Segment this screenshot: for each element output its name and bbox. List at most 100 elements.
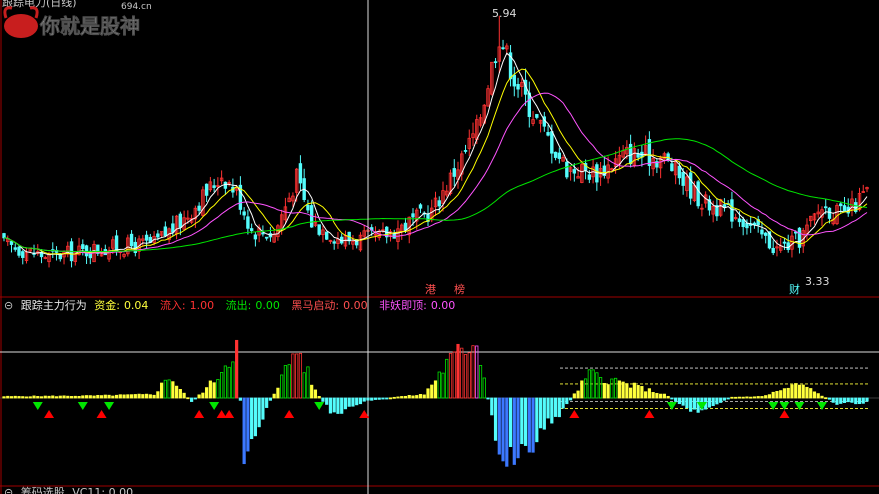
sell-signal-down-arrow [77,402,88,410]
footer-panel-header: ⊝ 筹码选股 VC11: 0.00 [4,486,137,494]
candle-body [306,204,310,211]
indicator-bar [415,395,419,399]
indicator-bar [84,395,89,399]
indicator-bar [403,395,408,399]
candle-body [317,224,321,235]
footer-value: VC11: 0.00 [72,486,134,494]
indicator-bar [606,384,610,399]
candle-body [745,222,749,229]
indicator-bar [62,395,66,399]
footer-collapse-icon[interactable]: ⊝ [4,486,13,494]
indicator-bar [332,397,336,413]
watermark-logo: 694.cn 你就是股神 [3,2,152,38]
indicator-bar [133,394,137,399]
inflow-label: 流入: [159,299,186,312]
indicator-bar [764,395,768,399]
indicator-bar [779,390,783,399]
indicator-bar [737,396,742,399]
fund-value: 0.04 [123,299,149,312]
indicator-bar [32,395,36,399]
indicator-bar [760,396,764,399]
indicator-bar [66,395,70,399]
watermark-text: 你就是股神 [39,14,140,38]
tag-cai[interactable]: 财 [787,283,802,296]
tag-bang[interactable]: 榜 [452,283,467,296]
indicator-bar [24,396,29,399]
indicator-bar [242,397,246,465]
indicator-bar [418,394,423,399]
candle-body [827,207,832,219]
indicator-bar [148,394,152,399]
candle-body [178,213,183,228]
indicator-bar [542,397,546,430]
indicator-bar [6,395,10,399]
indicator-bar [629,387,633,399]
buy-signal-up-arrow [779,410,790,418]
sell-signal-down-arrow [32,402,43,410]
candle-body [688,172,693,199]
indicator-bar [174,385,179,399]
candle-body [411,213,415,218]
indicator-bar [137,393,141,399]
indicator-bar [141,394,145,399]
top-label: 非妖即顶: [379,299,427,312]
chart-canvas[interactable] [0,0,879,494]
indicator-bar [107,394,111,399]
candle-body [249,228,254,231]
indicator-bar [767,394,772,399]
candle-body [129,233,134,247]
indicator-bar [114,394,119,399]
indicator-bar [632,382,636,399]
indicator-bar [385,397,389,400]
indicator-bar [88,395,92,399]
indicator-bar [51,395,55,399]
indicator-bar [381,397,385,400]
watermark-domain: 694.cn [121,2,152,12]
indicator-bar [850,397,854,403]
indicator-bar [47,395,51,399]
indicator-bar [373,397,378,400]
buy-signal-up-arrow [569,410,580,418]
indicator-bar [520,397,524,445]
indicator-bar [460,347,464,399]
indicator-bar [103,394,107,399]
candle-body [677,165,682,179]
candle-body [737,218,742,223]
indicator-bar [287,364,291,399]
indicator-bar [782,388,787,399]
indicator-bar [73,395,77,399]
tag-gang[interactable]: 港 [423,283,438,296]
indicator-item-outflow: 流出: 0.00 [226,299,284,312]
indicator-bar [377,397,381,400]
low-price-label: 3.33 [805,275,830,288]
ma-line-ma20 [3,92,868,255]
candle-body [261,232,265,235]
indicator-bar [58,395,62,399]
indicator-collapse-icon[interactable]: ⊝ [4,299,13,312]
indicator-bar [430,384,434,399]
indicator-bar [39,396,44,399]
indicator-bar [343,397,348,410]
indicator-bar [816,393,820,399]
indicator-bar [681,397,685,406]
candle-body [557,152,562,159]
indicator-bar [493,397,498,441]
indicator-bar [257,397,261,428]
candle-body [332,241,336,244]
candle-body [546,132,550,136]
indicator-bar [497,397,501,455]
indicator-bar [538,397,543,429]
indicator-bar [351,397,355,407]
indicator-bar [711,397,715,406]
darkhorse-label: 黑马启动: [291,299,340,312]
indicator-bar [839,397,843,404]
candle-body [824,206,828,209]
candle-body [760,229,764,235]
outflow-label: 流出: [225,299,252,312]
candle-body [264,236,269,239]
indicator-bar [28,396,32,399]
indicator-bar [186,397,190,400]
indicator-bar [467,352,471,399]
sell-signal-down-arrow [104,402,115,410]
candle-body [21,251,25,258]
